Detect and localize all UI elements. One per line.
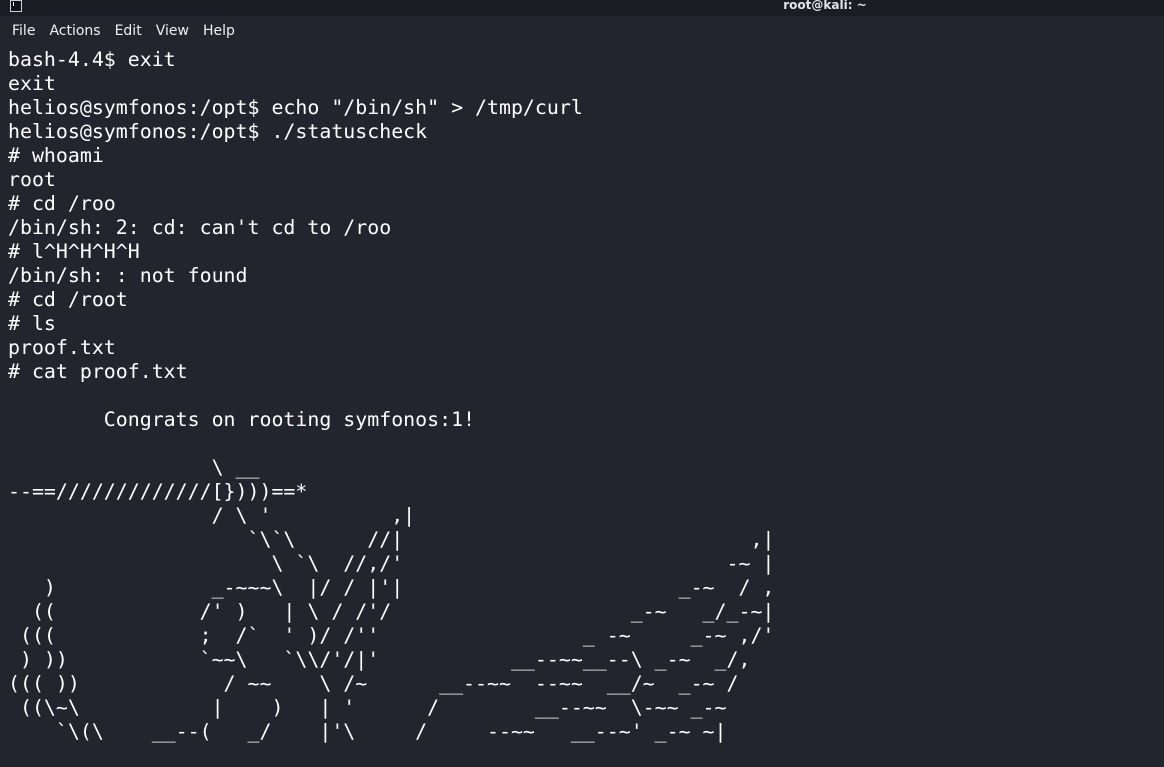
ascii-art-line: ((\~\ | ) | ' / __--~~ \-~~ _-~ [8, 696, 727, 719]
terminal-line: proof.txt [8, 336, 116, 359]
terminal-line: # l^H^H^H^H [8, 240, 140, 263]
ascii-art-line: \ __ [8, 456, 260, 479]
terminal-line: helios@symfonos:/opt$ echo "/bin/sh" > /… [8, 96, 583, 119]
ascii-art-line: / \ ' ,| [8, 504, 416, 527]
menu-view[interactable]: View [156, 23, 189, 39]
terminal-line: # cd /roo [8, 192, 116, 215]
terminal-line: # cat proof.txt [8, 360, 188, 383]
ascii-art-line: ) _-~~~\ |/ / |'| _-~ / , [8, 576, 775, 599]
terminal-line: bash-4.4$ exit [8, 48, 176, 71]
ascii-art-line: ) )) `~~\ `\\/'/|' __--~~__--\ _-~ _/, [8, 648, 751, 671]
menu-file[interactable]: File [12, 23, 35, 39]
terminal-line: Congrats on rooting symfonos:1! [8, 408, 476, 431]
ascii-art-line: ((( )) / ~~ \ /~ __--~~ --~~ __/~ _-~ / [8, 672, 739, 695]
menu-edit[interactable]: Edit [115, 23, 142, 39]
menu-actions[interactable]: Actions [49, 23, 100, 39]
terminal-output[interactable]: bash-4.4$ exit exit helios@symfonos:/opt… [0, 48, 1164, 767]
ascii-art-line: --==/////////////[})))==* [8, 480, 308, 503]
terminal-window: root@kali: ~ File Actions Edit View Help… [0, 0, 1164, 767]
ascii-art-line: `\(\ __--( _/ |'\ / --~~ __--~' _-~ ~| [8, 720, 727, 743]
terminal-line: /bin/sh: : not found [8, 264, 248, 287]
terminal-line: helios@symfonos:/opt$ ./statuscheck [8, 120, 428, 143]
terminal-line: # whoami [8, 144, 104, 167]
menu-help[interactable]: Help [203, 23, 235, 39]
menu-bar: File Actions Edit View Help [0, 17, 1164, 45]
terminal-line: # cd /root [8, 288, 128, 311]
terminal-line: # ls [8, 312, 56, 335]
title-bar: root@kali: ~ [0, 0, 1164, 16]
terminal-line: root [8, 168, 56, 191]
ascii-art-line: `\`\ //| ,| [8, 528, 775, 551]
window-title: root@kali: ~ [783, 0, 867, 12]
ascii-art-line: (( /' ) | \ / /'/ _-~ _/_-~| [8, 600, 775, 623]
terminal-line: /bin/sh: 2: cd: can't cd to /roo [8, 216, 392, 239]
ascii-art-line: ((( ; /` ' )/ /'' _ -~ _-~ ,/' [8, 624, 775, 647]
ascii-art-line: \ `\ //,/' -~ | [8, 552, 775, 575]
terminal-line: exit [8, 72, 56, 95]
